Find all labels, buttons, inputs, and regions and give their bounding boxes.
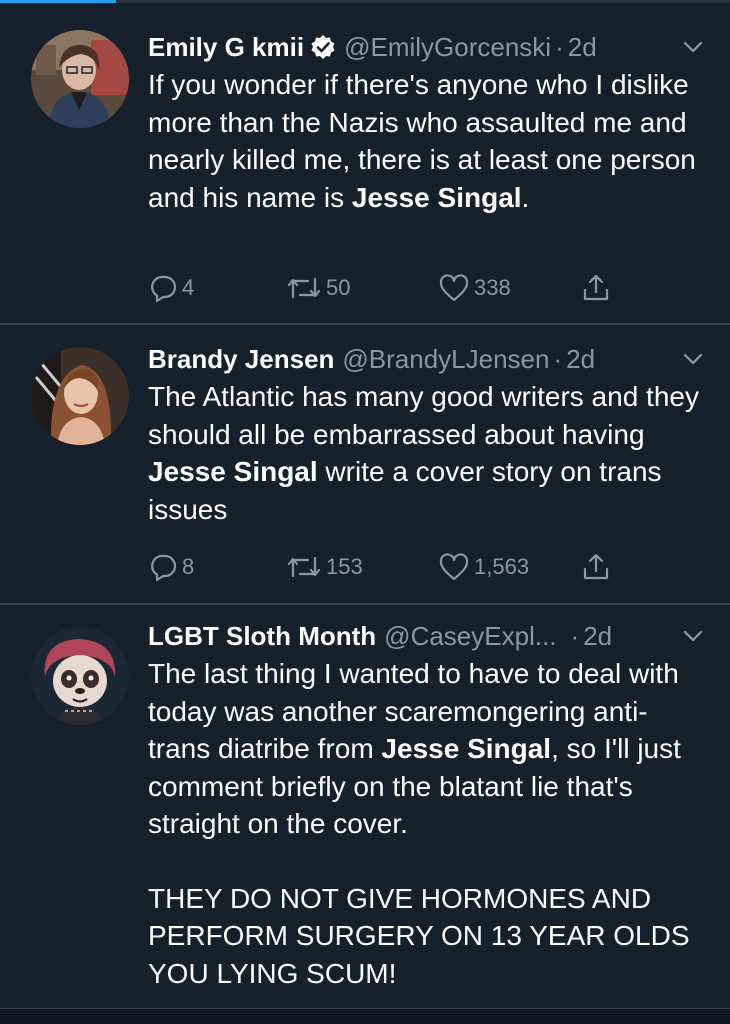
share-icon xyxy=(583,553,609,580)
share-button[interactable] xyxy=(581,547,611,587)
avatar-image xyxy=(31,30,129,128)
reply-count: 8 xyxy=(182,554,195,579)
heart-icon xyxy=(439,274,469,302)
retweet-count: 50 xyxy=(326,275,351,300)
tweet-text-uppercase: THEY DO NOT GIVE HORMONES AND PERFORM SU… xyxy=(148,882,690,989)
tweet-header: Brandy Jensen @BrandyLJensen · 2d xyxy=(148,342,706,378)
heart-icon xyxy=(439,553,469,581)
like-count: 1,563 xyxy=(474,554,530,579)
avatar-image xyxy=(31,627,129,725)
chevron-down-icon[interactable] xyxy=(680,346,706,372)
retweet-button[interactable]: 50 xyxy=(286,268,350,308)
avatar[interactable] xyxy=(31,347,129,445)
tweet-text-bold: Jesse Singal xyxy=(148,456,318,487)
timestamp[interactable]: 2d xyxy=(566,342,595,376)
reply-button[interactable]: 8 xyxy=(148,547,194,587)
tweet-text-bold: Jesse Singal xyxy=(351,181,522,213)
avatar[interactable] xyxy=(31,30,129,128)
tweet-header: LGBT Sloth Month @CaseyExpl... · 2d xyxy=(148,619,706,655)
like-button[interactable]: 1,563 xyxy=(438,547,529,587)
retweet-icon xyxy=(287,277,321,299)
tweet-text-part: . xyxy=(521,181,530,213)
retweet-icon xyxy=(287,556,321,578)
tweet-text-part: The Atlantic has many good writers and t… xyxy=(148,381,699,450)
chevron-down-icon[interactable] xyxy=(680,623,706,649)
reply-icon xyxy=(151,554,177,582)
share-icon xyxy=(583,274,609,301)
reply-button[interactable]: 4 xyxy=(148,268,194,308)
tweet-text: The last thing I wanted to have to deal … xyxy=(148,655,706,843)
share-button[interactable] xyxy=(581,268,611,308)
separator-dot: · xyxy=(555,32,564,62)
retweet-count: 153 xyxy=(326,554,363,579)
handle[interactable]: @BrandyLJensen xyxy=(342,342,549,376)
separator-dot: · xyxy=(570,621,580,651)
timestamp[interactable]: 2d xyxy=(568,30,597,64)
timestamp[interactable]: 2d xyxy=(583,619,612,653)
tweet[interactable]: Emily G kmii @EmilyGorcenski · 2d If you… xyxy=(0,3,730,325)
chevron-down-icon[interactable] xyxy=(680,34,706,60)
avatar[interactable] xyxy=(31,627,129,725)
like-button[interactable]: 338 xyxy=(438,268,511,308)
reply-icon xyxy=(151,275,177,303)
handle[interactable]: @CaseyExpl... xyxy=(384,619,556,653)
timeline: Emily G kmii @EmilyGorcenski · 2d If you… xyxy=(0,0,730,1024)
retweet-button[interactable]: 153 xyxy=(286,547,363,587)
display-name[interactable]: Emily G kmii xyxy=(148,30,304,64)
display-name[interactable]: Brandy Jensen xyxy=(148,342,334,376)
tweet-text: If you wonder if there's anyone who I di… xyxy=(148,66,706,216)
bottom-edge xyxy=(0,1008,730,1024)
tweet-text: The Atlantic has many good writers and t… xyxy=(148,378,706,528)
like-count: 338 xyxy=(474,275,511,300)
tweet[interactable]: LGBT Sloth Month @CaseyExpl... · 2d The … xyxy=(0,605,730,1008)
separator-dot: · xyxy=(553,344,563,374)
verified-badge-icon xyxy=(310,34,336,60)
avatar-image xyxy=(31,347,129,445)
handle[interactable]: @EmilyGorcenski xyxy=(344,30,551,64)
tweet[interactable]: Brandy Jensen @BrandyLJensen · 2d The At… xyxy=(0,325,730,605)
reply-count: 4 xyxy=(182,275,195,300)
tweet-text-bold: Jesse Singal xyxy=(381,733,552,764)
tweet-header: Emily G kmii @EmilyGorcenski · 2d xyxy=(148,30,706,66)
display-name[interactable]: LGBT Sloth Month xyxy=(148,619,376,653)
